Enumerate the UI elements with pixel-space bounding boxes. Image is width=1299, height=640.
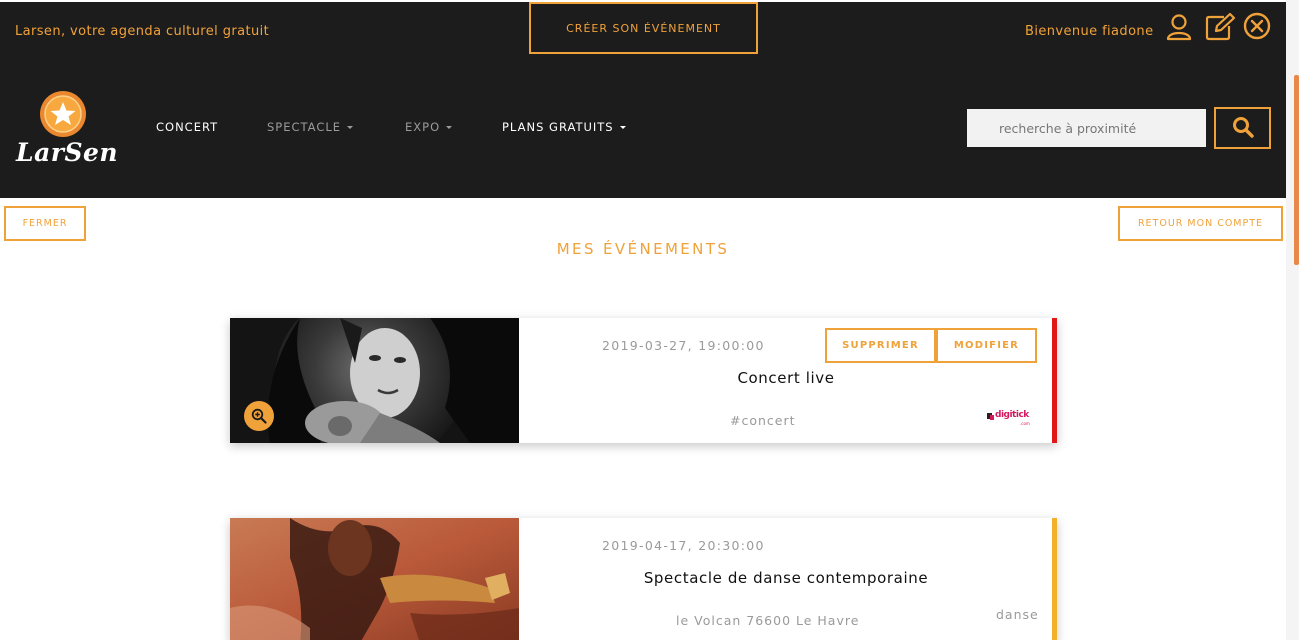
event-image[interactable]: [230, 518, 519, 640]
page-title: MES ÉVÉNEMENTS: [556, 240, 730, 258]
event-location: le Volcan 76600 Le Havre: [676, 613, 860, 628]
search-icon: [1232, 116, 1254, 141]
logo-wordmark[interactable]: LarSen: [16, 138, 118, 167]
event-title[interactable]: Concert live: [520, 369, 1052, 387]
event-datetime: 2019-03-27, 19:00:00: [602, 338, 765, 353]
edit-icon[interactable]: [1204, 12, 1236, 42]
close-button[interactable]: FERMER: [4, 206, 86, 241]
event-image[interactable]: [230, 318, 519, 443]
event-accent-bar: [1052, 318, 1057, 443]
event-title[interactable]: Spectacle de danse contemporaine: [520, 569, 1052, 587]
nav-plans-gratuits-label: PLANS GRATUITS: [502, 120, 614, 134]
nav-concert[interactable]: CONCERT: [156, 120, 218, 134]
delete-event-button[interactable]: SUPPRIMER: [825, 328, 936, 363]
search-input[interactable]: [967, 109, 1206, 147]
create-event-button[interactable]: CRÉER SON ÉVÉNEMENT: [529, 2, 758, 54]
nav-expo[interactable]: EXPO: [405, 120, 453, 134]
digitick-logo-suffix: .com: [1020, 421, 1030, 426]
event-card[interactable]: 2019-03-27, 19:00:00 SUPPRIMER MODIFIER …: [230, 318, 1057, 443]
scrollbar-thumb[interactable]: [1294, 75, 1299, 265]
event-card[interactable]: 2019-04-17, 20:30:00 Spectacle de danse …: [230, 518, 1057, 640]
search-button[interactable]: [1214, 107, 1271, 149]
event-tag[interactable]: #concert: [730, 413, 796, 428]
caret-down-icon: [446, 125, 453, 129]
welcome-message: Bienvenue fiadone: [1025, 24, 1154, 39]
nav-plans-gratuits[interactable]: PLANS GRATUITS: [502, 120, 626, 134]
close-circle-icon[interactable]: [1243, 12, 1273, 42]
nav-spectacle[interactable]: SPECTACLE: [267, 120, 354, 134]
zoom-in-icon[interactable]: [244, 401, 274, 431]
nav-expo-label: EXPO: [405, 120, 441, 134]
back-to-account-button[interactable]: RETOUR MON COMPTE: [1118, 206, 1283, 241]
site-header: Larsen, votre agenda culturel gratuit CR…: [0, 0, 1286, 198]
user-icon[interactable]: [1164, 12, 1194, 42]
caret-down-icon: [619, 125, 626, 129]
nav-concert-label: CONCERT: [156, 120, 219, 134]
caret-down-icon: [347, 125, 354, 129]
event-tag[interactable]: danse: [996, 607, 1039, 622]
digitick-logo[interactable]: digitick .com: [987, 410, 1033, 427]
digitick-logo-text: digitick: [995, 410, 1029, 420]
event-accent-bar: [1052, 518, 1057, 640]
site-tagline: Larsen, votre agenda culturel gratuit: [15, 24, 270, 39]
event-datetime: 2019-04-17, 20:30:00: [602, 538, 765, 553]
edit-event-button[interactable]: MODIFIER: [936, 328, 1037, 363]
nav-spectacle-label: SPECTACLE: [267, 120, 342, 134]
